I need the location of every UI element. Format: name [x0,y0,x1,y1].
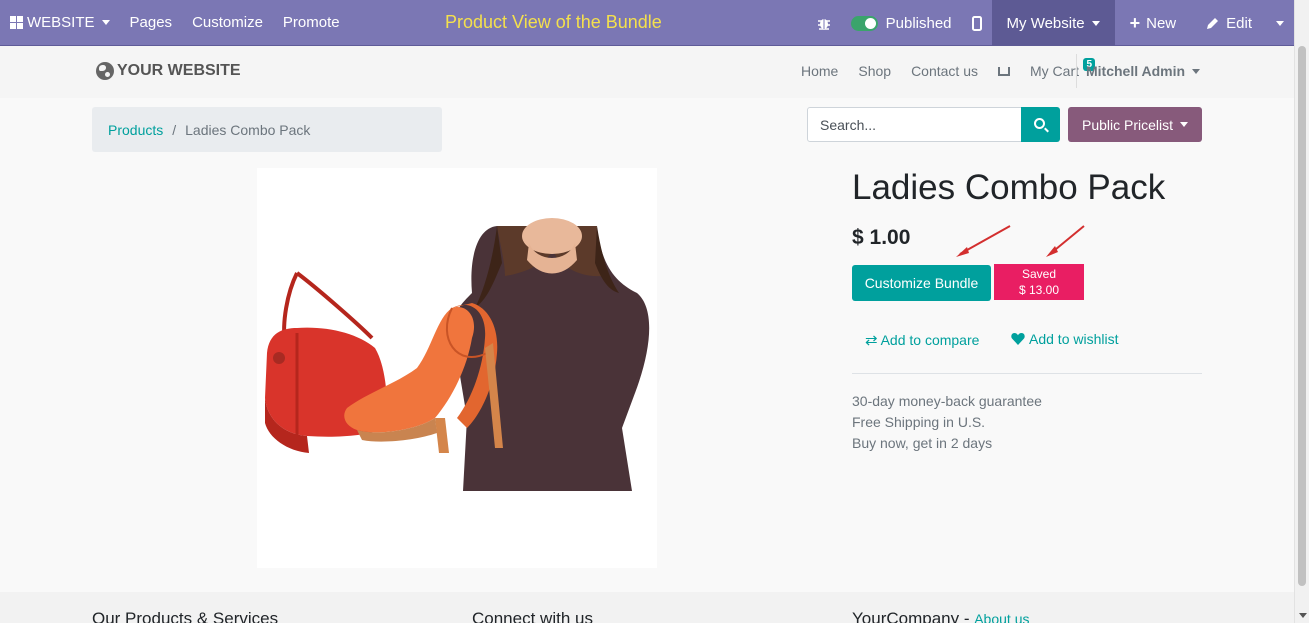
heart-icon [1011,333,1025,345]
page-scrollbar[interactable] [1294,0,1309,623]
pricelist-dropdown[interactable]: Public Pricelist [1068,107,1202,142]
globe-icon [96,62,114,80]
compare-label: Add to compare [880,332,980,348]
caret-down-icon [1091,20,1100,26]
nav-shop[interactable]: Shop [858,63,891,79]
add-to-compare-link[interactable]: ⇄ Add to compare [865,331,979,349]
footer-company-heading: YourCompany - About us [852,609,1029,623]
breadcrumb-products-link[interactable]: Products [108,122,163,138]
breadcrumb-separator: / [172,121,177,138]
mobile-icon [971,15,982,31]
add-to-wishlist-link[interactable]: Add to wishlist [1011,331,1118,347]
my-website-label: My Website [1006,14,1085,32]
apps-grid-icon [10,16,23,29]
product-price: $ 1.00 [852,226,911,249]
wishlist-label: Add to wishlist [1029,331,1119,347]
customize-bundle-button[interactable]: Customize Bundle [852,265,991,301]
footer-about-link[interactable]: About us [974,611,1029,623]
guarantee-line: Buy now, get in 2 days [852,435,993,451]
exchange-icon: ⇄ [865,332,878,349]
saved-label: Saved [1021,267,1057,281]
nav-contact[interactable]: Contact us [911,63,978,79]
cart-icon [998,67,1010,76]
website-menu[interactable]: WEBSITE [0,0,120,46]
product-guarantee-text: 30-day money-back guarantee Free Shippin… [852,391,1042,454]
saved-amount-badge: Saved $ 13.00 [994,264,1084,300]
product-title: Ladies Combo Pack [852,168,1166,207]
edit-dropdown-toggle[interactable] [1267,0,1294,46]
caret-down-icon [1192,68,1201,74]
footer-connect-heading: Connect with us [472,609,593,623]
new-button[interactable]: + New [1115,0,1192,46]
search-icon [1034,118,1045,129]
nav-home[interactable]: Home [801,63,838,79]
product-image[interactable] [257,168,657,568]
website-header: YOUR WEBSITE Home Shop Contact us My Car… [0,46,1294,98]
plus-icon: + [1129,12,1141,33]
annotation-arrows [956,225,1085,257]
bundle-illustration [265,218,650,491]
nav-my-cart[interactable]: My Cart 5 [998,58,1099,79]
user-name: Mitchell Admin [1086,63,1186,79]
caret-down-icon [1180,122,1189,127]
cart-label: My Cart [1030,63,1079,79]
debug-button[interactable] [807,0,841,46]
saved-amount: $ 13.00 [1018,283,1060,297]
user-menu[interactable]: Mitchell Admin [1086,63,1201,79]
edit-button[interactable]: Edit [1191,0,1267,46]
breadcrumb-current: Ladies Combo Pack [185,121,311,138]
guarantee-line: 30-day money-back guarantee [852,393,1042,409]
footer-company-name: YourCompany [852,609,960,623]
caret-down-icon [1276,20,1284,26]
logo-text: YOUR WEBSITE [117,62,241,79]
site-nav: Home Shop Contact us My Cart 5 [801,58,1119,79]
pricelist-label: Public Pricelist [1081,116,1174,133]
section-divider [852,373,1202,374]
breadcrumb: Products / Ladies Combo Pack [92,107,442,152]
new-label: New [1146,14,1177,32]
guarantee-line: Free Shipping in U.S. [852,414,986,430]
menu-pages[interactable]: Pages [120,0,183,46]
page-annotation-title: Product View of the Bundle [445,12,662,32]
menu-promote[interactable]: Promote [273,0,350,46]
admin-navbar: WEBSITE Pages Customize Promote Product … [0,0,1294,46]
nav-divider [1076,54,1077,88]
scrollbar-thumb[interactable] [1298,46,1306,586]
caret-down-icon [101,20,110,25]
toggle-switch-icon [850,15,878,31]
scroll-down-arrow-icon[interactable] [1299,613,1307,618]
search-button[interactable] [1021,107,1060,142]
footer-products-heading: Our Products & Services [92,609,279,623]
pencil-icon [1207,17,1219,29]
site-logo[interactable]: YOUR WEBSITE [96,62,241,80]
mobile-preview-button[interactable] [962,0,992,46]
search-input[interactable] [807,107,1022,142]
menu-customize[interactable]: Customize [182,0,273,46]
site-footer: Our Products & Services Connect with us … [0,592,1294,623]
my-website-menu[interactable]: My Website [991,0,1115,46]
edit-label: Edit [1226,14,1252,32]
published-label: Published [885,14,952,32]
published-toggle[interactable]: Published [841,0,962,46]
website-menu-label: WEBSITE [27,14,95,31]
bug-icon [817,19,830,30]
